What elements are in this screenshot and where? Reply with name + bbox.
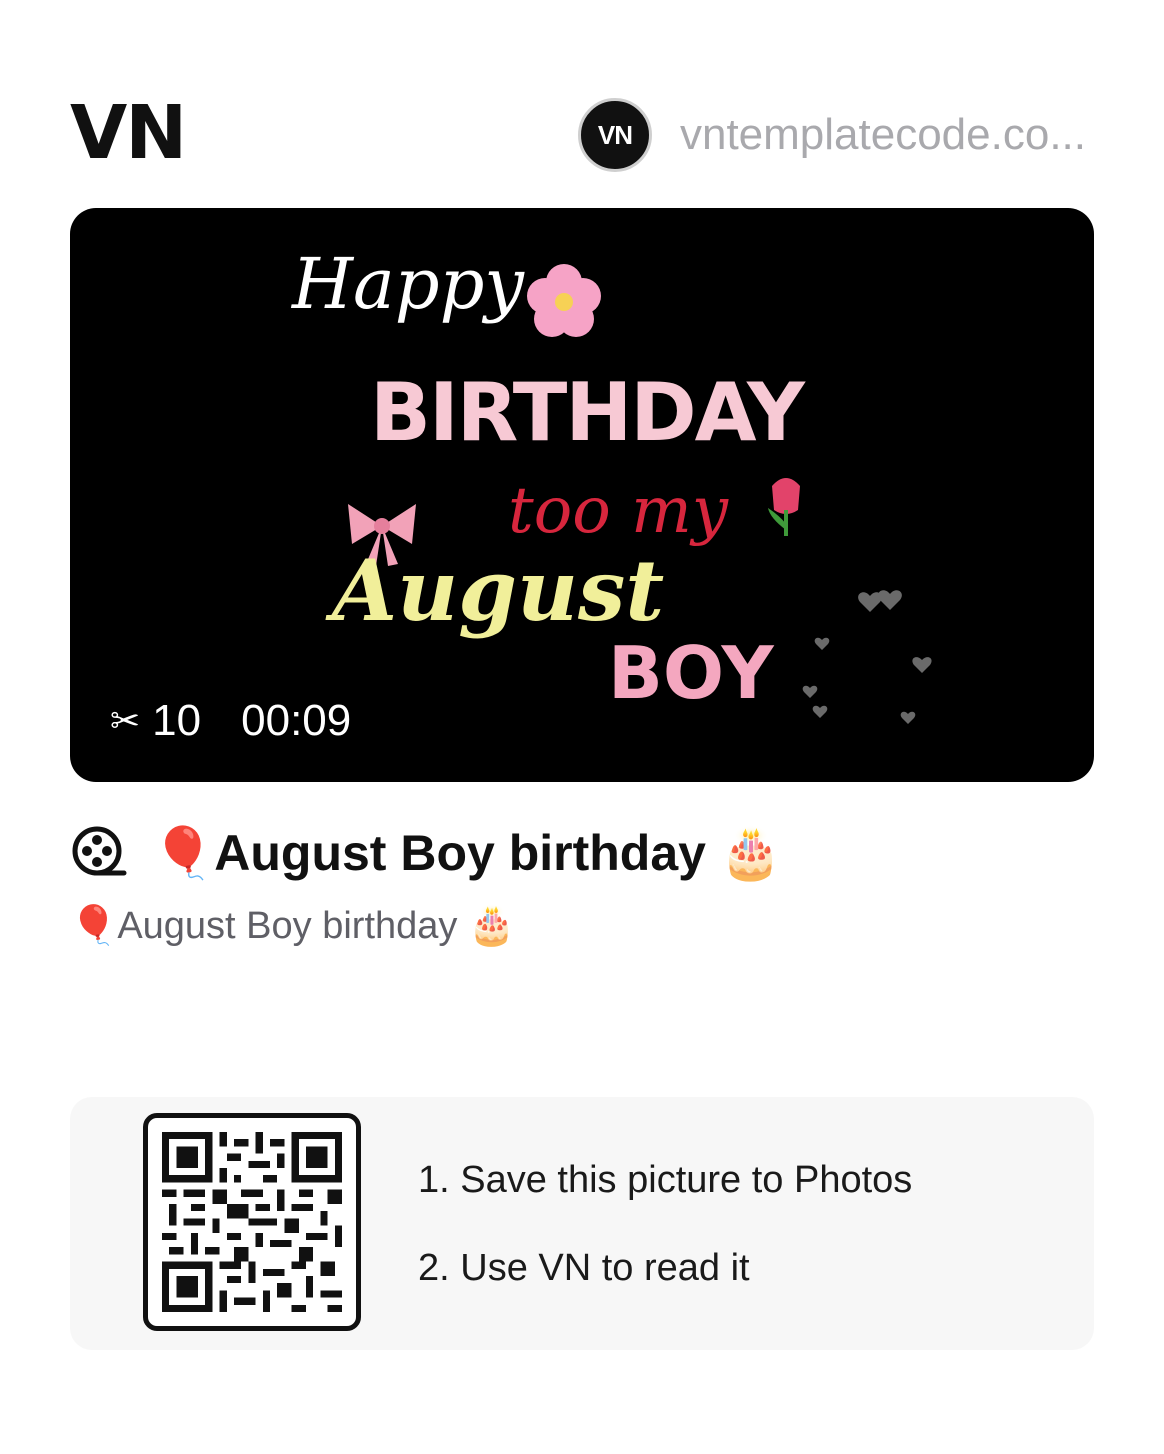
film-reel-icon xyxy=(72,826,127,876)
template-description: 🎈August Boy birthday 🎂 xyxy=(70,905,516,947)
floating-hearts-decoration xyxy=(802,590,932,724)
overlay-too-my: too my xyxy=(508,474,729,548)
video-duration: 00:09 xyxy=(241,696,352,745)
author-name[interactable]: vntemplatecode.co... xyxy=(680,110,1086,160)
header: VN VN vntemplatecode.co... xyxy=(70,96,1094,176)
overlay-boy: BOY xyxy=(608,631,775,715)
video-meta: ✂ 10 00:09 xyxy=(110,696,351,746)
scissors-icon: ✂ xyxy=(110,700,141,741)
qr-card: 1. Save this picture to Photos 2. Use VN… xyxy=(70,1097,1094,1350)
template-title-row: 🎈August Boy birthday 🎂 xyxy=(70,818,782,888)
instruction-step-2: 2. Use VN to read it xyxy=(418,1247,750,1289)
qr-instructions: 1. Save this picture to Photos 2. Use VN… xyxy=(418,1159,912,1335)
overlay-august: August xyxy=(325,541,664,640)
overlay-happy: Happy xyxy=(290,243,525,325)
flower-icon xyxy=(527,264,601,337)
template-title: 🎈August Boy birthday 🎂 xyxy=(152,824,783,881)
vn-logo: VN xyxy=(70,90,187,176)
video-preview[interactable]: Happy BIRTHDAY too my August BOY ✂ 10 00… xyxy=(70,208,1094,782)
clips-count: 10 xyxy=(152,696,202,745)
avatar[interactable]: VN xyxy=(577,98,652,172)
overlay-birthday: BIRTHDAY xyxy=(370,366,806,459)
instruction-step-1: 1. Save this picture to Photos xyxy=(418,1159,913,1201)
tulip-icon xyxy=(768,478,800,536)
qr-code[interactable] xyxy=(143,1113,361,1331)
qr-code-image xyxy=(162,1132,342,1312)
author-profile[interactable]: VN vntemplatecode.co... xyxy=(577,98,1086,172)
